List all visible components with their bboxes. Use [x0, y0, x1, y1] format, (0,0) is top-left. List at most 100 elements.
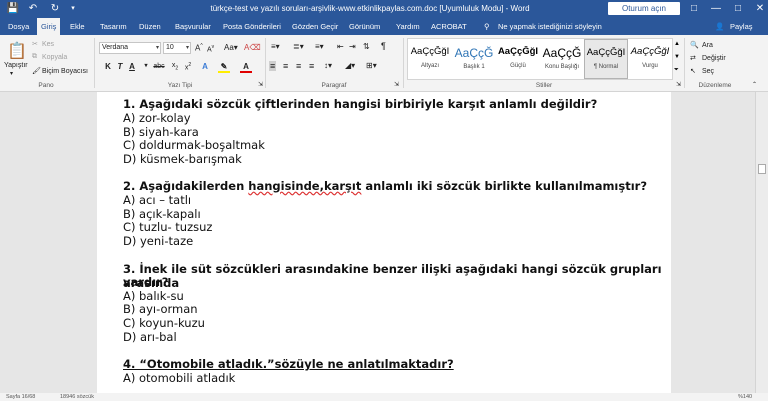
scrollbar-thumb[interactable]: [758, 164, 766, 174]
question-2-title: 2. Aşağıdakilerden hangisinde,karşıt anl…: [123, 179, 647, 194]
paste-icon[interactable]: 📋: [7, 41, 27, 61]
format-painter-icon[interactable]: 🖌: [32, 67, 41, 75]
collapse-ribbon-icon[interactable]: ⌃: [752, 81, 757, 88]
select-icon[interactable]: ↖: [690, 67, 696, 75]
save-icon[interactable]: 💾: [6, 2, 20, 16]
paragraph-dialog-launcher-icon[interactable]: ⇲: [394, 81, 399, 88]
tab-layout[interactable]: Düzen: [135, 18, 165, 35]
styles-more-icon[interactable]: ⏷: [674, 67, 679, 74]
align-right-icon[interactable]: ≡: [296, 61, 301, 71]
increase-indent-icon[interactable]: ⇥: [349, 42, 356, 51]
document-page[interactable]: 1. Aşağıdaki sözcük çiftlerinden hangisi…: [97, 92, 671, 393]
title-bar: 💾 ↶ ↻ ▾ türkçe-test ve yazılı soruları-a…: [0, 0, 768, 18]
copy-button[interactable]: Kopyala: [42, 54, 67, 61]
replace-icon[interactable]: ⇄: [690, 54, 696, 62]
decrease-indent-icon[interactable]: ⇤: [337, 42, 344, 51]
shading-icon[interactable]: ◢▾: [345, 61, 355, 70]
underline-icon[interactable]: A: [126, 62, 138, 71]
bold-icon[interactable]: K: [102, 62, 114, 71]
cut-button[interactable]: Kes: [42, 41, 54, 48]
styles-scroll-up-icon[interactable]: ▲: [674, 41, 680, 47]
question-2-title-start: 2. Aşağıdakilerden: [123, 179, 249, 193]
share-button[interactable]: Paylaş: [726, 18, 757, 35]
vertical-scrollbar[interactable]: [755, 92, 768, 393]
tab-review[interactable]: Gözden Geçir: [288, 18, 342, 35]
style-name: Başlık 1: [463, 64, 485, 70]
numbering-icon[interactable]: ≣▾: [293, 42, 304, 51]
sign-in-button[interactable]: Oturum açın: [608, 2, 680, 15]
style-preview: AaÇçĞ: [454, 46, 494, 60]
question-1-option-a: A) zor-kolay: [123, 111, 191, 125]
shrink-font-icon[interactable]: Av: [207, 44, 214, 53]
text-effects-icon[interactable]: A: [199, 62, 211, 71]
subscript-icon[interactable]: x2: [169, 62, 181, 71]
line-spacing-icon[interactable]: ↕▾: [324, 61, 332, 70]
grow-font-icon[interactable]: A^: [195, 43, 203, 53]
paste-button[interactable]: Yapıştır: [4, 62, 28, 69]
question-4-option-a: A) otomobili atladık: [123, 371, 236, 385]
font-name-select[interactable]: Verdana ▾: [99, 42, 161, 54]
separator: [94, 38, 95, 88]
find-button[interactable]: Ara: [702, 42, 713, 49]
style-subtitle[interactable]: AaÇçĞğI Altyazı: [408, 39, 452, 79]
show-formatting-marks-icon[interactable]: ¶: [381, 41, 386, 51]
style-title[interactable]: AaÇçĞ Konu Başlığı: [540, 39, 584, 79]
multilevel-list-icon[interactable]: ≡▾: [315, 42, 324, 51]
align-left-icon[interactable]: ≡: [269, 61, 277, 71]
cut-icon[interactable]: ✂: [32, 40, 38, 48]
style-preview: AaÇçĞğI: [497, 46, 539, 57]
justify-icon[interactable]: ≡: [309, 61, 314, 71]
style-name: Vurgu: [642, 63, 658, 69]
tab-home[interactable]: Giriş: [37, 18, 61, 35]
style-name: Konu Başlığı: [544, 64, 580, 70]
chevron-down-icon: ▾: [155, 45, 159, 51]
document-title: türkçe-test ve yazılı soruları-arşivlik-…: [210, 4, 530, 13]
page-count[interactable]: Sayfa 16/68: [6, 393, 35, 401]
style-strong[interactable]: AaÇçĞğI Güçlü: [496, 39, 540, 79]
redo-icon[interactable]: ↻: [48, 2, 62, 16]
strikethrough-icon[interactable]: abc: [150, 63, 168, 70]
question-1-option-c: C) doldurmak-boşaltmak: [123, 138, 265, 152]
change-case-icon[interactable]: Aa▾: [224, 43, 238, 52]
tab-insert[interactable]: Ekle: [66, 18, 89, 35]
separator: [684, 38, 685, 88]
borders-icon[interactable]: ⊞▾: [366, 61, 377, 70]
select-button[interactable]: Seç: [702, 68, 714, 75]
close-icon[interactable]: ✕: [746, 0, 768, 18]
highlight-icon[interactable]: ✎: [218, 62, 230, 73]
format-painter-button[interactable]: Biçim Boyacısı: [42, 68, 88, 75]
font-dialog-launcher-icon[interactable]: ⇲: [258, 81, 263, 88]
style-normal[interactable]: AaÇçĞğI ¶ Normal: [584, 39, 628, 79]
paste-dropdown-icon[interactable]: ▾: [10, 70, 13, 77]
question-1-title: 1. Aşağıdaki sözcük çiftlerinden hangisi…: [123, 97, 598, 111]
tab-file[interactable]: Dosya: [4, 18, 33, 35]
tab-view[interactable]: Görünüm: [345, 18, 384, 35]
tell-me-search[interactable]: Ne yapmak istediğinizi söyleyin: [494, 18, 606, 35]
word-count[interactable]: 18946 sözcük: [60, 393, 94, 401]
superscript-icon[interactable]: x2: [182, 62, 194, 71]
italic-icon[interactable]: T: [114, 62, 126, 71]
zoom-level[interactable]: %140: [738, 393, 752, 401]
sort-icon[interactable]: ⇅: [363, 42, 370, 51]
replace-button[interactable]: Değiştir: [702, 55, 726, 62]
tab-design[interactable]: Tasarım: [96, 18, 131, 35]
tab-references[interactable]: Başvurular: [171, 18, 215, 35]
question-3-option-d: D) arı-bal: [123, 330, 177, 344]
style-emphasis[interactable]: AaÇçĞğI Vurgu: [628, 39, 672, 79]
styles-scroll-down-icon[interactable]: ▼: [674, 54, 680, 60]
bullets-icon[interactable]: ≡▾: [271, 42, 280, 51]
font-color-icon[interactable]: A: [240, 62, 252, 73]
clear-formatting-icon[interactable]: A⌫: [244, 43, 261, 52]
tab-help[interactable]: Yardım: [392, 18, 424, 35]
style-heading-1[interactable]: AaÇçĞ Başlık 1: [452, 39, 496, 79]
tab-acrobat[interactable]: ACROBAT: [427, 18, 471, 35]
styles-dialog-launcher-icon[interactable]: ⇲: [676, 81, 681, 88]
undo-icon[interactable]: ↶: [26, 2, 40, 16]
customize-quick-access-icon[interactable]: ▾: [66, 2, 80, 16]
align-center-icon[interactable]: ≡: [283, 61, 288, 71]
style-preview: AaÇçĞğI: [586, 47, 626, 58]
find-icon[interactable]: 🔍: [690, 41, 699, 49]
font-size-select[interactable]: 10 ▾: [163, 42, 191, 54]
copy-icon[interactable]: ⧉: [32, 53, 37, 61]
tab-mailings[interactable]: Posta Gönderileri: [219, 18, 285, 35]
